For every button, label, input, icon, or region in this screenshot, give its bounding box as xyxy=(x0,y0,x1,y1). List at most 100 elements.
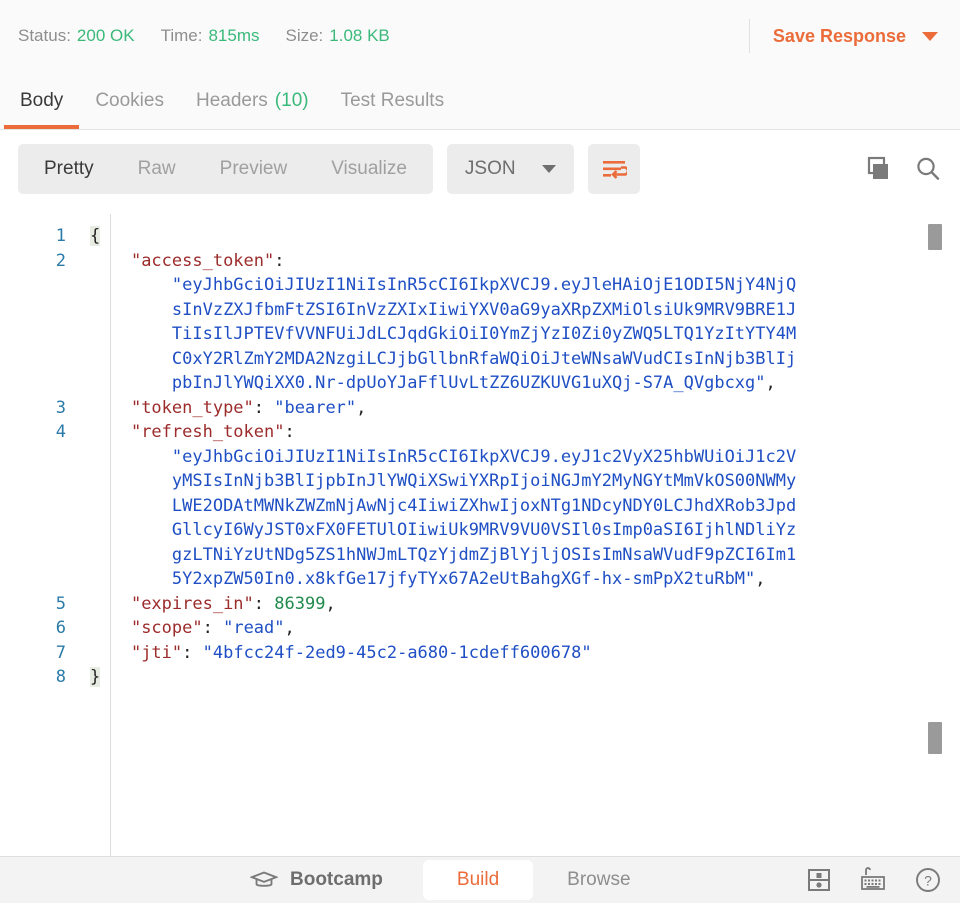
line-number-blank: . xyxy=(0,347,66,372)
code-token: sInVzZXJfbmFtZSI6InVzZXIxIiwiYXV0aG9yaXR… xyxy=(171,299,797,320)
help-button[interactable]: ? xyxy=(914,866,942,894)
layout-toggle-button[interactable] xyxy=(806,867,832,893)
bottom-status-bar: Bootcamp Build Browse ? xyxy=(0,856,960,903)
code-token: : xyxy=(182,642,203,663)
code-line: 5Y2xpZW50In0.x8kfGe17jfyTYx67A2eUtBahgXG… xyxy=(90,567,960,592)
bootcamp-label: Bootcamp xyxy=(290,869,383,890)
response-tabs: Body Cookies Headers (10) Test Results xyxy=(0,72,960,130)
chevron-down-icon xyxy=(541,165,556,173)
build-browse-toggle: Build Browse xyxy=(422,860,665,900)
response-time-group: Time: 815ms xyxy=(161,26,260,46)
mode-build[interactable]: Build xyxy=(422,860,534,900)
code-line: "expires_in": 86399, xyxy=(90,592,960,617)
tab-headers-label: Headers xyxy=(195,89,268,111)
view-mode-pretty[interactable]: Pretty xyxy=(22,144,116,194)
response-body-viewer[interactable]: 12.....34......5678 { "access_token": "e… xyxy=(0,212,960,856)
code-token: , xyxy=(325,593,336,614)
format-dropdown[interactable]: JSON xyxy=(446,144,574,194)
line-number-blank: . xyxy=(0,567,66,592)
line-number-gutter: 12.....34......5678 xyxy=(0,224,78,690)
code-token: "eyJhbGciOiJIUzI1NiIsInR5cCI6IkpXVCJ9.ey… xyxy=(171,446,797,467)
status-code-group: Status: 200 OK xyxy=(18,26,135,46)
response-status-bar: Status: 200 OK Time: 815ms Size: 1.08 KB… xyxy=(0,0,960,72)
headers-count-badge: (10) xyxy=(274,89,309,111)
divider xyxy=(748,19,750,53)
view-mode-visualize[interactable]: Visualize xyxy=(309,144,429,194)
line-number-blank: . xyxy=(0,273,66,298)
code-token: , xyxy=(765,373,776,393)
bootcamp-button[interactable]: Bootcamp xyxy=(250,869,383,891)
search-button[interactable] xyxy=(914,155,942,183)
mode-browse[interactable]: Browse xyxy=(533,860,664,900)
code-line: LWE2ODAtMWNkZWZmNjAwNjc4IiwiZXhwIjoxNTg1… xyxy=(90,494,960,519)
line-number: 8 xyxy=(55,667,66,687)
body-toolbar: Pretty Raw Preview Visualize JSON xyxy=(0,130,960,208)
word-wrap-button[interactable] xyxy=(587,144,640,194)
code-token: : xyxy=(202,618,224,638)
code-token: , xyxy=(755,569,766,589)
code-line: gzLTNiYzUtNDg5ZS1hNWJmLTQzYjdmZjBlYjljOS… xyxy=(90,543,960,568)
tab-body[interactable]: Body xyxy=(4,72,80,129)
scroll-marker-bottom[interactable] xyxy=(928,722,942,754)
code-line: "token_type": "bearer", xyxy=(90,396,960,421)
tab-cookies[interactable]: Cookies xyxy=(79,72,180,129)
code-token: : xyxy=(284,422,295,442)
code-line: } xyxy=(90,665,960,690)
code-line: sInVzZXJfbmFtZSI6InVzZXIxIiwiYXV0aG9yaXR… xyxy=(90,298,960,323)
line-number: 7 xyxy=(55,642,66,663)
code-token: "access_token" xyxy=(130,250,275,271)
view-mode-preview[interactable]: Preview xyxy=(198,144,310,194)
keyboard-shortcuts-button[interactable] xyxy=(858,867,888,893)
code-token: , xyxy=(356,397,367,418)
copy-button[interactable] xyxy=(864,155,892,183)
tab-headers[interactable]: Headers (10) xyxy=(180,72,325,129)
code-line: "eyJhbGciOiJIUzI1NiIsInR5cCI6IkpXVCJ9.ey… xyxy=(90,445,960,470)
word-wrap-icon xyxy=(602,161,627,179)
code-line: "access_token": xyxy=(90,249,960,274)
size-value: 1.08 KB xyxy=(329,26,390,45)
tab-test-results-label: Test Results xyxy=(340,89,445,111)
code-token: : xyxy=(253,593,275,614)
line-number: 2 xyxy=(55,250,66,271)
response-size-group: Size: 1.08 KB xyxy=(285,26,389,46)
line-number: 1 xyxy=(55,226,66,246)
tab-cookies-label: Cookies xyxy=(95,89,164,111)
svg-text:?: ? xyxy=(924,873,932,889)
status-label: Status: xyxy=(18,26,71,45)
code-token: : xyxy=(274,250,285,271)
code-line: GllcyI6WyJST0xFX0FETUlOIiwiUk9MRV9VU0VSI… xyxy=(90,518,960,543)
tab-test-results[interactable]: Test Results xyxy=(325,72,460,129)
code-line: TiIsIlJPTEVfVVNFUiJdLCJqdGkiOiI0YmZjYzI0… xyxy=(90,322,960,347)
copy-icon xyxy=(867,156,888,179)
code-line: yMSIsInNjb3BlIjpbInJlYWQiXSwiYXRpIjoiNGJ… xyxy=(90,469,960,494)
graduation-cap-icon xyxy=(250,871,278,887)
code-line: "refresh_token": xyxy=(90,420,960,445)
code-token: 5Y2xpZW50In0.x8kfGe17jfyTYx67A2eUtBahgXG… xyxy=(171,569,756,589)
code-token: } xyxy=(90,667,101,687)
line-number-blank: . xyxy=(0,371,66,396)
tab-body-label: Body xyxy=(20,89,64,111)
code-token: TiIsIlJPTEVfVVNFUiJdLCJqdGkiOiI0YmZjYzI0… xyxy=(171,324,797,344)
code-content[interactable]: { "access_token": "eyJhbGciOiJIUzI1NiIsI… xyxy=(78,224,960,690)
line-number: 5 xyxy=(55,593,66,614)
code-token: yMSIsInNjb3BlIjpbInJlYWQiXSwiYXRpIjoiNGJ… xyxy=(171,471,797,491)
size-label: Size: xyxy=(285,26,324,45)
line-number-blank: . xyxy=(0,518,66,543)
chevron-down-icon[interactable] xyxy=(922,31,938,41)
code-token: : xyxy=(253,397,275,418)
gutter-divider xyxy=(110,214,111,856)
code-token: LWE2ODAtMWNkZWZmNjAwNjc4IiwiZXhwIjoxNTg1… xyxy=(171,495,797,516)
code-token: "expires_in" xyxy=(130,593,254,614)
line-number: 6 xyxy=(55,618,66,638)
view-mode-raw[interactable]: Raw xyxy=(116,144,198,194)
vertical-scrollbar-thumb[interactable] xyxy=(928,224,942,250)
line-number-blank: . xyxy=(0,543,66,568)
save-response-button[interactable]: Save Response xyxy=(748,19,942,53)
code-token: "refresh_token" xyxy=(130,422,285,442)
